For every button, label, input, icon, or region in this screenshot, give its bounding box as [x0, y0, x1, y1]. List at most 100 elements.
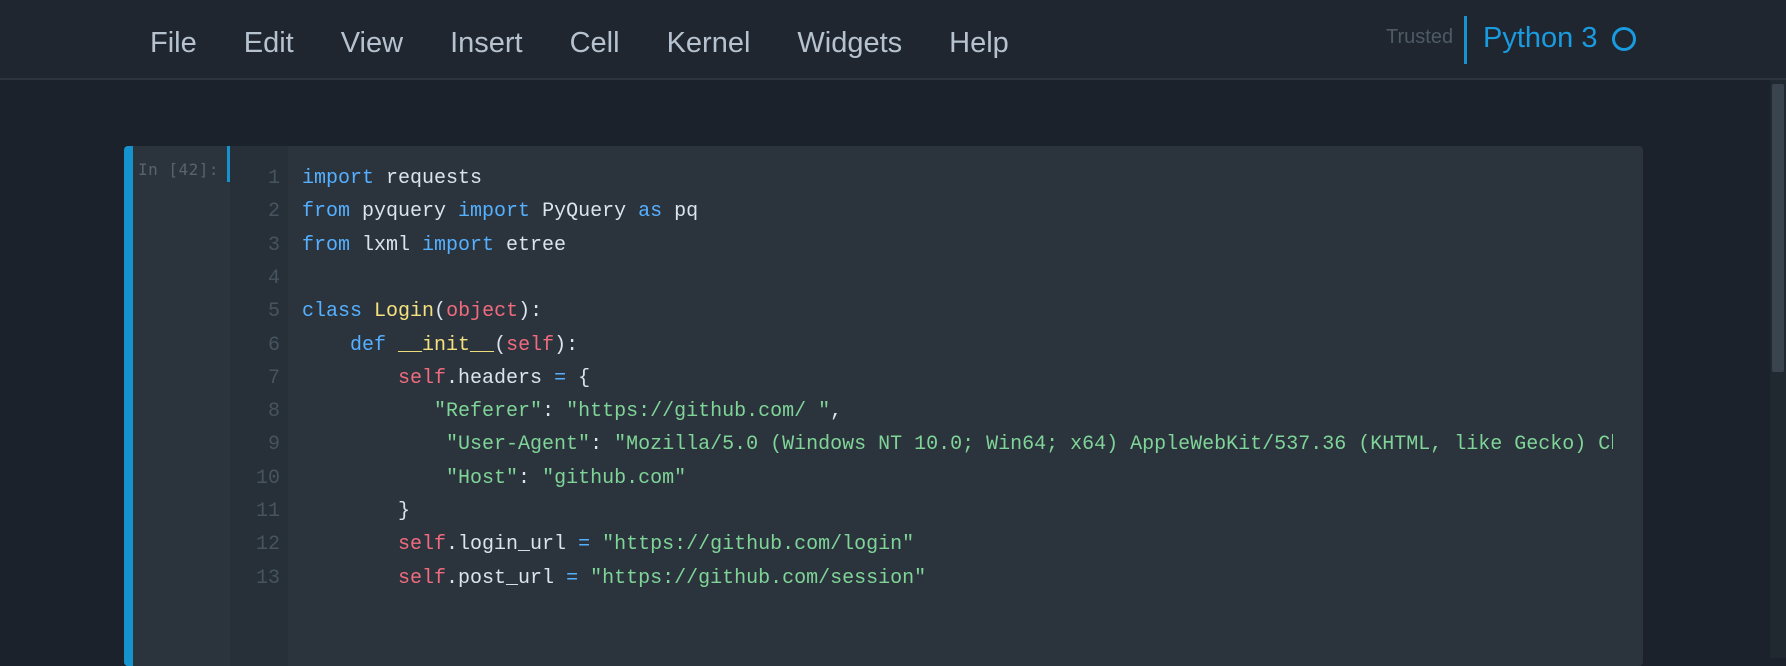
- line-number: 3: [267, 233, 280, 257]
- code-text[interactable]: "User-Agent": "Mozilla/5.0 (Windows NT 1…: [302, 426, 1613, 464]
- code-token: self: [398, 566, 447, 590]
- code-line[interactable]: 13 self.post_url = "https://github.com/s…: [230, 560, 1613, 598]
- code-line[interactable]: 8 "Referer": "https://github.com/ ",: [230, 393, 1613, 431]
- page-scrollbar-thumb[interactable]: [1772, 84, 1784, 372]
- line-number: 13: [255, 566, 280, 590]
- line-number: 7: [267, 366, 280, 390]
- code-token: pq: [662, 200, 699, 224]
- code-token: ):: [554, 333, 579, 357]
- code-token: pyquery: [350, 200, 459, 224]
- code-token: "Mozilla/5.0 (Windows NT 10.0; Win64; x6…: [614, 433, 1613, 457]
- code-line[interactable]: 1 import requests: [230, 160, 1613, 198]
- code-token: "https://github.com/ ": [566, 400, 831, 424]
- line-number: 5: [267, 300, 280, 324]
- code-line[interactable]: 2 from pyquery import PyQuery as pq: [230, 193, 1613, 231]
- code-token: .headers: [446, 366, 555, 390]
- menu-help[interactable]: Help: [949, 26, 1009, 60]
- menu-edit[interactable]: Edit: [244, 26, 294, 60]
- code-line[interactable]: 12 self.login_url = "https://github.com/…: [230, 526, 1613, 564]
- code-token: "Referer": [434, 400, 543, 424]
- code-token: :: [542, 400, 567, 424]
- code-cell[interactable]: In [42]: 1 import requests 2 from pyquery i…: [124, 146, 1643, 666]
- code-token: (: [494, 333, 507, 357]
- code-line[interactable]: 3 from lxml import etree: [230, 227, 1613, 265]
- code-token: lxml: [350, 233, 423, 257]
- code-text[interactable]: self.login_url = "https://github.com/log…: [302, 526, 914, 564]
- cell-selection-bar: [124, 146, 133, 666]
- code-editor[interactable]: 1 import requests 2 from pyquery import PyQ…: [230, 146, 1613, 666]
- line-number: 1: [267, 167, 280, 190]
- code-text[interactable]: self.headers = {: [302, 360, 590, 398]
- code-line[interactable]: 9 "User-Agent": "Mozilla/5.0 (Windows NT…: [230, 426, 1613, 464]
- code-token: from: [302, 233, 351, 257]
- code-token: =: [566, 566, 579, 590]
- code-token: "User-Agent": [446, 433, 591, 457]
- code-token: self: [398, 533, 447, 557]
- code-text[interactable]: self.post_url = "https://github.com/sess…: [302, 560, 926, 598]
- line-number: 9: [267, 433, 280, 457]
- code-token: (: [434, 300, 447, 324]
- code-line[interactable]: 6 def __init__(self):: [230, 327, 1613, 365]
- code-text[interactable]: class Login(object):: [302, 293, 542, 331]
- code-line[interactable]: 5 class Login(object):: [230, 293, 1613, 331]
- code-line[interactable]: 7 self.headers = {: [230, 360, 1613, 398]
- trusted-indicator[interactable]: Trusted: [1386, 26, 1453, 49]
- menu-widgets[interactable]: Widgets: [797, 26, 902, 60]
- line-number: 2: [267, 200, 280, 224]
- code-token: =: [578, 533, 591, 557]
- kernel-idle-circle-icon: [1612, 27, 1636, 51]
- code-token: import: [458, 200, 531, 224]
- menu-cell[interactable]: Cell: [570, 26, 620, 60]
- menu-kernel[interactable]: Kernel: [667, 26, 751, 60]
- code-token: etree: [494, 233, 567, 257]
- kernel-divider: [1464, 16, 1467, 64]
- code-token: "github.com": [542, 466, 687, 490]
- menu-file[interactable]: File: [150, 26, 197, 60]
- line-number: 11: [255, 500, 280, 523]
- line-number: 12: [255, 533, 280, 557]
- code-text[interactable]: "Host": "github.com": [302, 460, 686, 498]
- code-token: import: [422, 233, 495, 257]
- line-number: 8: [267, 400, 280, 424]
- code-token: {: [566, 366, 591, 390]
- code-token: self: [506, 333, 555, 357]
- menu-items: File Edit View Insert Cell Kernel Widget…: [150, 26, 1056, 60]
- code-token: from: [302, 200, 351, 224]
- code-token: class: [302, 300, 363, 324]
- code-token: "Host": [446, 466, 519, 490]
- code-token: "https://github.com/session": [590, 566, 927, 590]
- code-token: ,: [830, 400, 843, 424]
- kernel-name[interactable]: Python 3: [1483, 22, 1597, 55]
- code-token: }: [302, 500, 411, 523]
- code-token: self: [398, 366, 447, 390]
- code-token: PyQuery: [530, 200, 639, 224]
- code-line[interactable]: 11 }: [230, 493, 1613, 531]
- code-text[interactable]: import requests: [302, 160, 482, 198]
- code-token: import: [302, 167, 375, 190]
- code-text[interactable]: "Referer": "https://github.com/ ",: [302, 393, 842, 431]
- code-line[interactable]: 4: [230, 260, 1613, 298]
- code-text[interactable]: from lxml import etree: [302, 227, 566, 265]
- code-text[interactable]: def __init__(self):: [302, 327, 578, 365]
- code-token: object: [446, 300, 519, 324]
- menu-insert[interactable]: Insert: [450, 26, 523, 60]
- code-text[interactable]: }: [302, 493, 410, 531]
- code-token: .post_url: [446, 566, 567, 590]
- code-token: requests: [374, 167, 483, 190]
- code-token: "https://github.com/login": [602, 533, 915, 557]
- code-token: :: [590, 433, 615, 457]
- menu-view[interactable]: View: [341, 26, 403, 60]
- code-token: .login_url: [446, 533, 579, 557]
- code-line[interactable]: 10 "Host": "github.com": [230, 460, 1613, 498]
- code-token: as: [638, 200, 663, 224]
- code-text[interactable]: from pyquery import PyQuery as pq: [302, 193, 698, 231]
